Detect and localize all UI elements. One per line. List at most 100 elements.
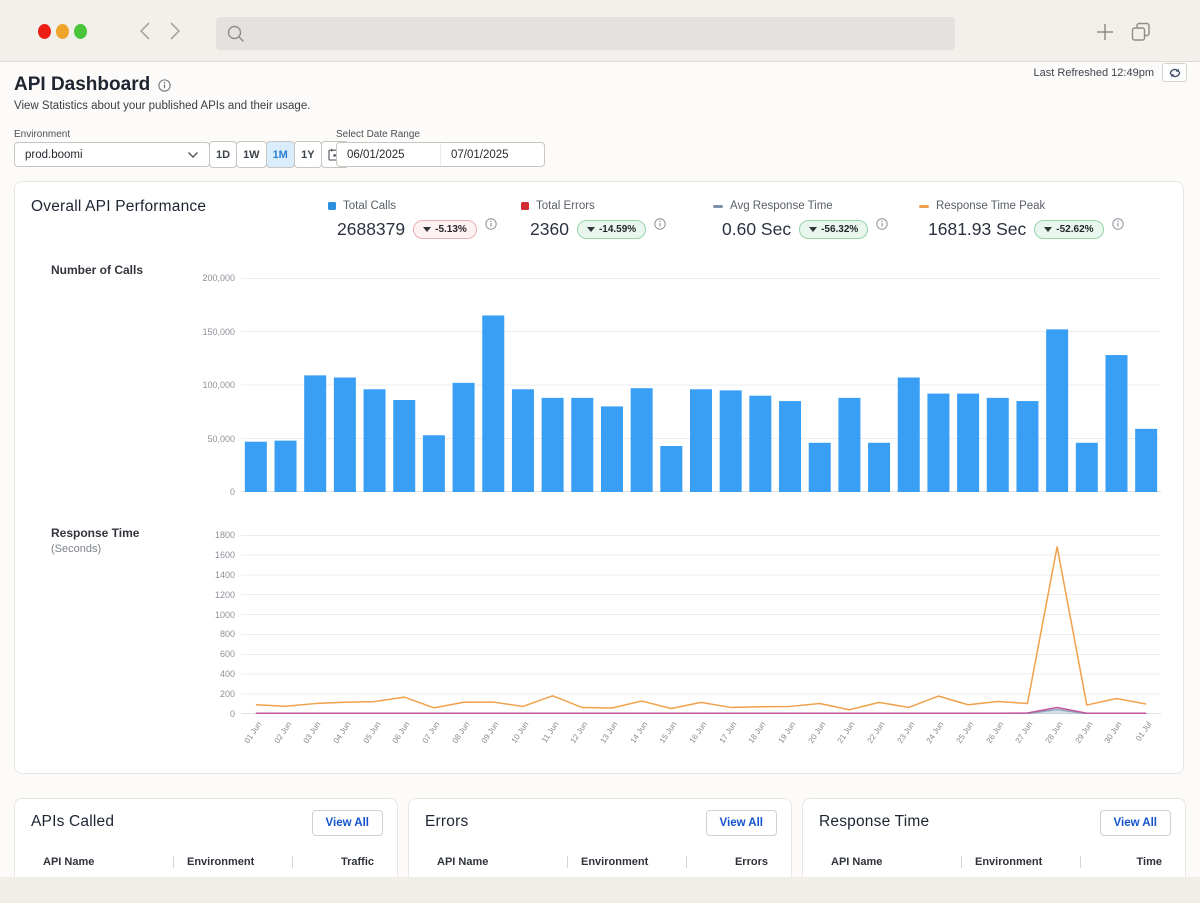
page-subtitle: View Statistics about your published API… bbox=[14, 100, 310, 112]
stat-response-time-peak: Response Time Peak1681.93 Sec-52.62% bbox=[919, 194, 1124, 240]
line-x-tick: 05 Jun bbox=[349, 720, 382, 763]
line-x-tick: 21 Jun bbox=[824, 720, 857, 763]
line-y-tick: 1600 bbox=[175, 550, 235, 560]
legend-marker-icon bbox=[328, 202, 336, 210]
line-y-tick: 800 bbox=[175, 629, 235, 639]
overall-performance-card: Overall API Performance Total Calls26883… bbox=[14, 181, 1184, 774]
environment-label: Environment bbox=[14, 129, 70, 140]
line-x-tick: 03 Jun bbox=[289, 720, 322, 763]
line-x-tick: 24 Jun bbox=[913, 720, 946, 763]
tab-overview-icon[interactable] bbox=[1130, 21, 1152, 43]
range-1d-button[interactable]: 1D bbox=[209, 141, 237, 168]
stat-value: 0.60 Sec bbox=[722, 219, 791, 240]
view-all-button[interactable]: View All bbox=[312, 810, 383, 836]
search-input[interactable] bbox=[246, 17, 955, 50]
line-x-tick: 19 Jun bbox=[764, 720, 797, 763]
bar-27-Jun[interactable] bbox=[1016, 401, 1038, 492]
line-x-tick: 06 Jun bbox=[378, 720, 411, 763]
bar-30-Jun[interactable] bbox=[1105, 355, 1127, 492]
bar-09-Jun[interactable] bbox=[482, 315, 504, 492]
range-1w-button[interactable]: 1W bbox=[236, 141, 267, 168]
bar-16-Jun[interactable] bbox=[690, 389, 712, 492]
bar-05-Jun[interactable] bbox=[364, 389, 386, 492]
bar-15-Jun[interactable] bbox=[660, 446, 682, 492]
line-x-tick: 02 Jun bbox=[260, 720, 293, 763]
bar-07-Jun[interactable] bbox=[423, 435, 445, 492]
environment-select[interactable]: prod.boomi bbox=[14, 142, 210, 167]
stat-label: Avg Response Time bbox=[730, 200, 833, 212]
legend-marker-icon bbox=[521, 202, 529, 210]
bar-y-tick: 150,000 bbox=[175, 327, 235, 337]
bar-29-Jun[interactable] bbox=[1076, 443, 1098, 492]
new-tab-icon[interactable] bbox=[1094, 21, 1116, 43]
bar-17-Jun[interactable] bbox=[720, 390, 742, 492]
bar-22-Jun[interactable] bbox=[868, 443, 890, 492]
view-all-button[interactable]: View All bbox=[706, 810, 777, 836]
stat-value: 2360 bbox=[530, 219, 569, 240]
info-icon[interactable] bbox=[485, 218, 497, 230]
calls-bar-chart[interactable] bbox=[241, 278, 1161, 492]
series-total-errors[interactable] bbox=[256, 708, 1146, 714]
address-bar[interactable] bbox=[216, 17, 955, 50]
bar-18-Jun[interactable] bbox=[749, 396, 771, 492]
card-title: Response Time bbox=[819, 813, 929, 831]
bar-08-Jun[interactable] bbox=[453, 383, 475, 492]
info-icon[interactable] bbox=[654, 218, 666, 230]
date-from-field[interactable]: 06/01/2025 bbox=[337, 143, 440, 166]
refresh-icon[interactable] bbox=[1162, 63, 1187, 82]
window-close-icon[interactable] bbox=[38, 24, 51, 39]
bar-13-Jun[interactable] bbox=[601, 406, 623, 492]
stat-label: Total Calls bbox=[343, 200, 396, 212]
bar-19-Jun[interactable] bbox=[779, 401, 801, 492]
back-icon[interactable] bbox=[137, 21, 155, 41]
info-icon[interactable] bbox=[158, 79, 171, 92]
bar-06-Jun[interactable] bbox=[393, 400, 415, 492]
bar-26-Jun[interactable] bbox=[987, 398, 1009, 492]
bar-03-Jun[interactable] bbox=[304, 375, 326, 492]
info-icon[interactable] bbox=[876, 218, 888, 230]
bar-24-Jun[interactable] bbox=[927, 394, 949, 492]
window-maximize-icon[interactable] bbox=[74, 24, 87, 39]
line-y-tick: 1400 bbox=[175, 570, 235, 580]
window-minimize-icon[interactable] bbox=[56, 24, 69, 39]
info-icon[interactable] bbox=[1112, 218, 1124, 230]
bar-04-Jun[interactable] bbox=[334, 378, 356, 492]
bar-25-Jun[interactable] bbox=[957, 394, 979, 492]
table-header-row: API NameEnvironmentErrors bbox=[409, 856, 791, 868]
bar-28-Jun[interactable] bbox=[1046, 329, 1068, 492]
line-y-tick: 1000 bbox=[175, 610, 235, 620]
line-x-tick: 01 Jun bbox=[230, 720, 263, 763]
browser-chrome bbox=[0, 0, 1200, 62]
bar-20-Jun[interactable] bbox=[809, 443, 831, 492]
bar-y-tick: 50,000 bbox=[175, 434, 235, 444]
column-header: Errors bbox=[687, 856, 768, 868]
card-title: APIs Called bbox=[31, 813, 114, 831]
forward-icon[interactable] bbox=[165, 21, 183, 41]
bar-14-Jun[interactable] bbox=[631, 388, 653, 492]
bar-10-Jun[interactable] bbox=[512, 389, 534, 492]
triangle-down-icon bbox=[809, 227, 817, 232]
line-x-tick: 04 Jun bbox=[319, 720, 352, 763]
triangle-down-icon bbox=[423, 227, 431, 232]
range-1y-button[interactable]: 1Y bbox=[294, 141, 322, 168]
response-time-line-chart[interactable] bbox=[241, 535, 1161, 714]
bar-01-Jul[interactable] bbox=[1135, 429, 1157, 492]
column-header: Traffic bbox=[293, 856, 374, 868]
bar-23-Jun[interactable] bbox=[898, 378, 920, 492]
card-response-time: Response TimeView AllAPI NameEnvironment… bbox=[802, 798, 1186, 877]
bar-y-tick: 0 bbox=[175, 487, 235, 497]
view-all-button[interactable]: View All bbox=[1100, 810, 1171, 836]
bar-11-Jun[interactable] bbox=[542, 398, 564, 492]
bar-21-Jun[interactable] bbox=[838, 398, 860, 492]
bar-02-Jun[interactable] bbox=[275, 441, 297, 492]
triangle-down-icon bbox=[1044, 227, 1052, 232]
series-response-time-peak[interactable] bbox=[256, 547, 1146, 710]
bar-01-Jun[interactable] bbox=[245, 442, 267, 492]
range-1m-button[interactable]: 1M bbox=[266, 141, 295, 168]
date-to-field[interactable]: 07/01/2025 bbox=[440, 143, 544, 166]
bar-12-Jun[interactable] bbox=[571, 398, 593, 492]
date-range-label: Select Date Range bbox=[336, 129, 420, 140]
delta-badge: -56.32% bbox=[799, 220, 868, 239]
stat-label: Response Time Peak bbox=[936, 200, 1045, 212]
column-header: Environment bbox=[568, 856, 686, 868]
